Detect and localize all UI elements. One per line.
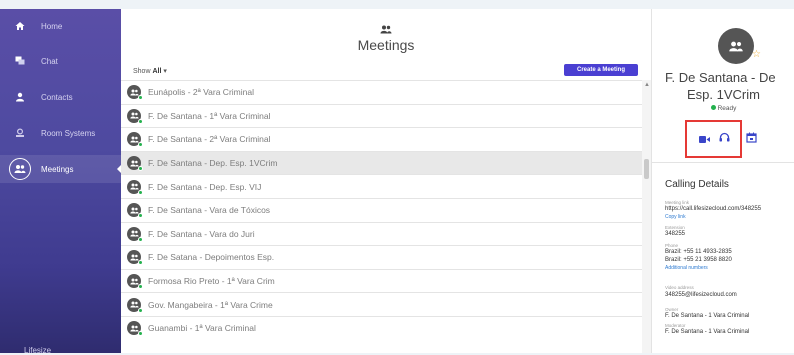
- sidebar-item-contacts[interactable]: Contacts: [0, 83, 121, 111]
- calendar-icon: [746, 130, 757, 148]
- chevron-down-icon: ▾: [163, 68, 167, 75]
- meeting-avatar-icon: [127, 108, 143, 124]
- meeting-list-item[interactable]: Formosa Rio Preto - 1ª Vara Crim: [121, 268, 642, 293]
- meeting-list-item[interactable]: F. De Santana - 1ª Vara Criminal: [121, 103, 642, 128]
- meeting-avatar-icon: [127, 250, 143, 266]
- meeting-list-item[interactable]: Guanambi - 1ª Vara Criminal: [121, 315, 642, 340]
- schedule-button[interactable]: [745, 132, 758, 146]
- meeting-name-label: F. De Santana - 1ª Vara Criminal: [148, 110, 271, 121]
- meeting-name-label: Formosa Rio Preto - 1ª Vara Crim: [148, 276, 275, 287]
- show-filter-value: All: [152, 68, 162, 75]
- video-call-button[interactable]: [698, 132, 710, 146]
- app-window: Home Chat Contacts Room Systems Meetings: [0, 0, 794, 355]
- sidebar-item-label: Chat: [41, 56, 58, 66]
- meeting-name-label: F. De Satana - Depoimentos Esp.: [148, 252, 275, 263]
- meeting-name-label: F. De Santana - 2ª Vara Criminal: [148, 134, 271, 145]
- meeting-avatar-icon: [127, 179, 143, 195]
- show-filter-dropdown[interactable]: Show All ▾: [133, 67, 167, 75]
- meeting-name: F. De Santana - De: [665, 70, 776, 85]
- meeting-avatar-icon: [127, 274, 143, 290]
- meeting-name-label: F. De Santana - Dep. Esp. 1VCrim: [148, 158, 278, 169]
- meeting-list-item[interactable]: F. De Santana - Dep. Esp. 1VCrim: [121, 150, 642, 175]
- sidebar-item-chat[interactable]: Chat: [0, 47, 121, 75]
- person-icon: [13, 90, 27, 104]
- top-strip: [0, 0, 794, 9]
- audio-call-button[interactable]: [718, 132, 730, 146]
- sidebar-item-label: Home: [41, 21, 63, 31]
- chat-icon: [13, 54, 27, 68]
- calling-details-title: Calling Details: [665, 179, 729, 190]
- scrollbar[interactable]: [642, 80, 651, 353]
- meeting-list-item[interactable]: Eunápolis - 2ª Vara Criminal: [121, 80, 642, 104]
- favorite-star-icon[interactable]: ☆: [752, 49, 761, 60]
- additional-numbers-link[interactable]: Additional numbers: [665, 265, 708, 271]
- sidebar-item-label: Meetings: [41, 164, 74, 174]
- headset-icon: [719, 130, 730, 148]
- moderator-value: F. De Santana - 1 Vara Criminal: [665, 329, 750, 335]
- phone-number-2: Brazil: +55 21 3958 8820: [665, 257, 732, 263]
- home-icon: [13, 19, 27, 33]
- scrollbar-thumb[interactable]: [644, 159, 649, 179]
- sidebar-item-label: Contacts: [41, 92, 73, 102]
- status-text: Ready: [717, 105, 737, 112]
- owner-value: F. De Santana - 1 Vara Criminal: [665, 313, 750, 319]
- create-meeting-button[interactable]: Create a Meeting: [564, 64, 638, 76]
- meeting-avatar: [718, 28, 754, 64]
- sidebar: Home Chat Contacts Room Systems Meetings: [0, 9, 122, 355]
- meeting-name-label: F. De Santana - Dep. Esp. VIJ: [148, 181, 262, 192]
- sidebar-item-room-systems[interactable]: Room Systems: [0, 119, 121, 147]
- phone-number-1: Brazil: +55 11 4933-2835: [665, 249, 732, 255]
- meeting-list-item[interactable]: F. De Santana - Vara de Tóxicos: [121, 197, 642, 222]
- meeting-name-cont: Esp. 1VCrim: [687, 87, 760, 102]
- meeting-name-label: Gov. Mangabeira - 1ª Vara Crime: [148, 299, 273, 310]
- meeting-link[interactable]: https://call.lifesizecloud.com/348255: [665, 206, 761, 212]
- video-address-label: Video address: [665, 285, 694, 290]
- meeting-name-label: F. De Santana - Vara do Juri: [148, 228, 255, 239]
- status-indicator: Ready: [652, 105, 794, 112]
- copy-link[interactable]: Copy link: [665, 214, 686, 220]
- highlight-box: [685, 120, 742, 158]
- sidebar-item-meetings[interactable]: Meetings: [0, 155, 122, 183]
- meeting-avatar-icon: [127, 203, 143, 219]
- details-panel: ☆ F. De Santana - De Esp. 1VCrim Ready C…: [651, 9, 794, 353]
- phone-label: Phone: [665, 243, 679, 248]
- sidebar-item-home[interactable]: Home: [0, 12, 121, 40]
- meetings-icon: [9, 158, 31, 180]
- meeting-list: Eunápolis - 2ª Vara Criminal F. De Santan…: [121, 80, 642, 340]
- show-filter-label: Show: [133, 68, 151, 75]
- meeting-avatar-icon: [127, 132, 143, 148]
- meeting-avatar-icon: [127, 156, 143, 172]
- lifesize-logo: Lifesize: [24, 346, 52, 355]
- moderator-label: Moderator: [665, 323, 686, 328]
- meeting-name-label: Guanambi - 1ª Vara Criminal: [148, 323, 256, 334]
- meeting-list-item[interactable]: F. De Santana - 2ª Vara Criminal: [121, 127, 642, 151]
- meeting-name-label: F. De Santana - Vara de Tóxicos: [148, 205, 271, 216]
- video-camera-icon: [698, 130, 710, 148]
- sidebar-item-label: Room Systems: [41, 128, 96, 138]
- meeting-avatar-icon: [127, 226, 143, 242]
- extension-value: 348255: [665, 231, 686, 237]
- divider: [652, 162, 794, 163]
- page-title: Meetings: [357, 37, 415, 53]
- status-dot: [710, 105, 716, 110]
- meeting-list-item[interactable]: Gov. Mangabeira - 1ª Vara Crime: [121, 292, 642, 316]
- owner-label: Owner: [665, 307, 679, 312]
- meeting-link-label: Meeting link: [665, 200, 690, 205]
- extension-label: Extension: [665, 225, 685, 230]
- meetings-panel: Meetings Show All ▾ Create a Meeting Eun…: [121, 9, 651, 353]
- meeting-list-item[interactable]: F. De Satana - Depoimentos Esp.: [121, 245, 642, 269]
- meeting-avatar-icon: [127, 321, 143, 337]
- meeting-avatar-icon: [127, 85, 143, 101]
- meeting-avatar-icon: [127, 297, 143, 313]
- scroll-up-icon[interactable]: ▲: [644, 82, 650, 88]
- meeting-name-label: Eunápolis - 2ª Vara Criminal: [148, 87, 254, 98]
- meeting-list-item[interactable]: F. De Santana - Dep. Esp. VIJ: [121, 174, 642, 198]
- video-address: 348255@lifesizecloud.com: [665, 292, 737, 298]
- meeting-list-item[interactable]: F. De Santana - Vara do Juri: [121, 221, 642, 246]
- room-system-icon: [13, 126, 27, 140]
